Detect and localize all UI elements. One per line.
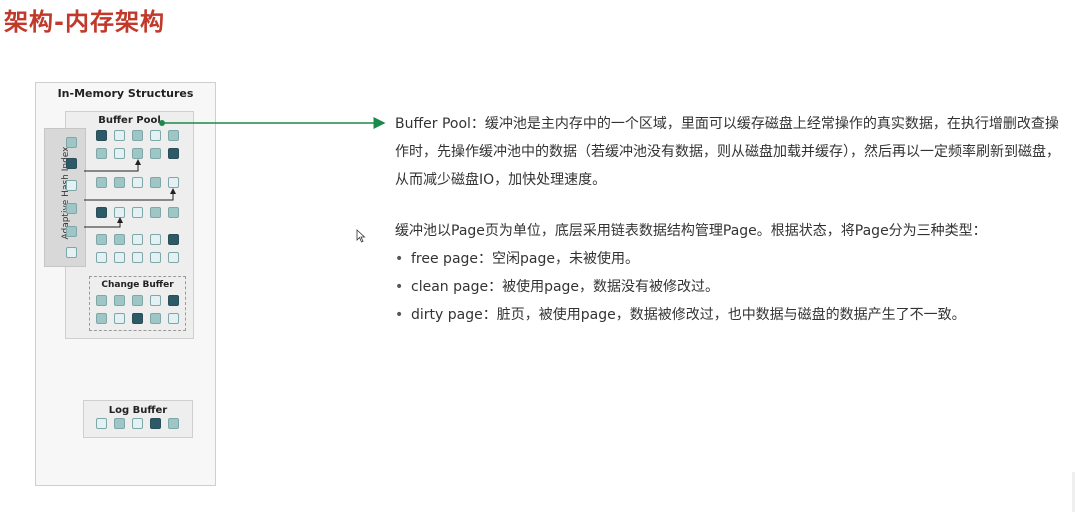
list-link-arrow-3 — [84, 217, 123, 228]
page-types-list: free page：空闲page，未被使用。 clean page：被使用pag… — [395, 245, 1065, 329]
list-item-free-page: free page：空闲page，未被使用。 — [395, 245, 1065, 273]
list-link-arrow-1 — [84, 159, 141, 172]
mouse-cursor-icon — [356, 229, 366, 243]
list-link-arrow-2 — [84, 188, 176, 201]
list-item-dirty-page: dirty page：脏页，被使用page，数据被修改过，也中数据与磁盘的数据产… — [395, 301, 1065, 329]
page-types-section: 缓冲池以Page页为单位，底层采用链表数据结构管理Page。根据状态，将Page… — [395, 217, 1065, 329]
page-types-intro: 缓冲池以Page页为单位，底层采用链表数据结构管理Page。根据状态，将Page… — [395, 223, 987, 239]
buffer-pool-description: Buffer Pool：缓冲池是主内存中的一个区域，里面可以缓存磁盘上经常操作的… — [395, 116, 1060, 188]
list-item-clean-page: clean page：被使用page，数据没有被修改过。 — [395, 273, 1065, 301]
